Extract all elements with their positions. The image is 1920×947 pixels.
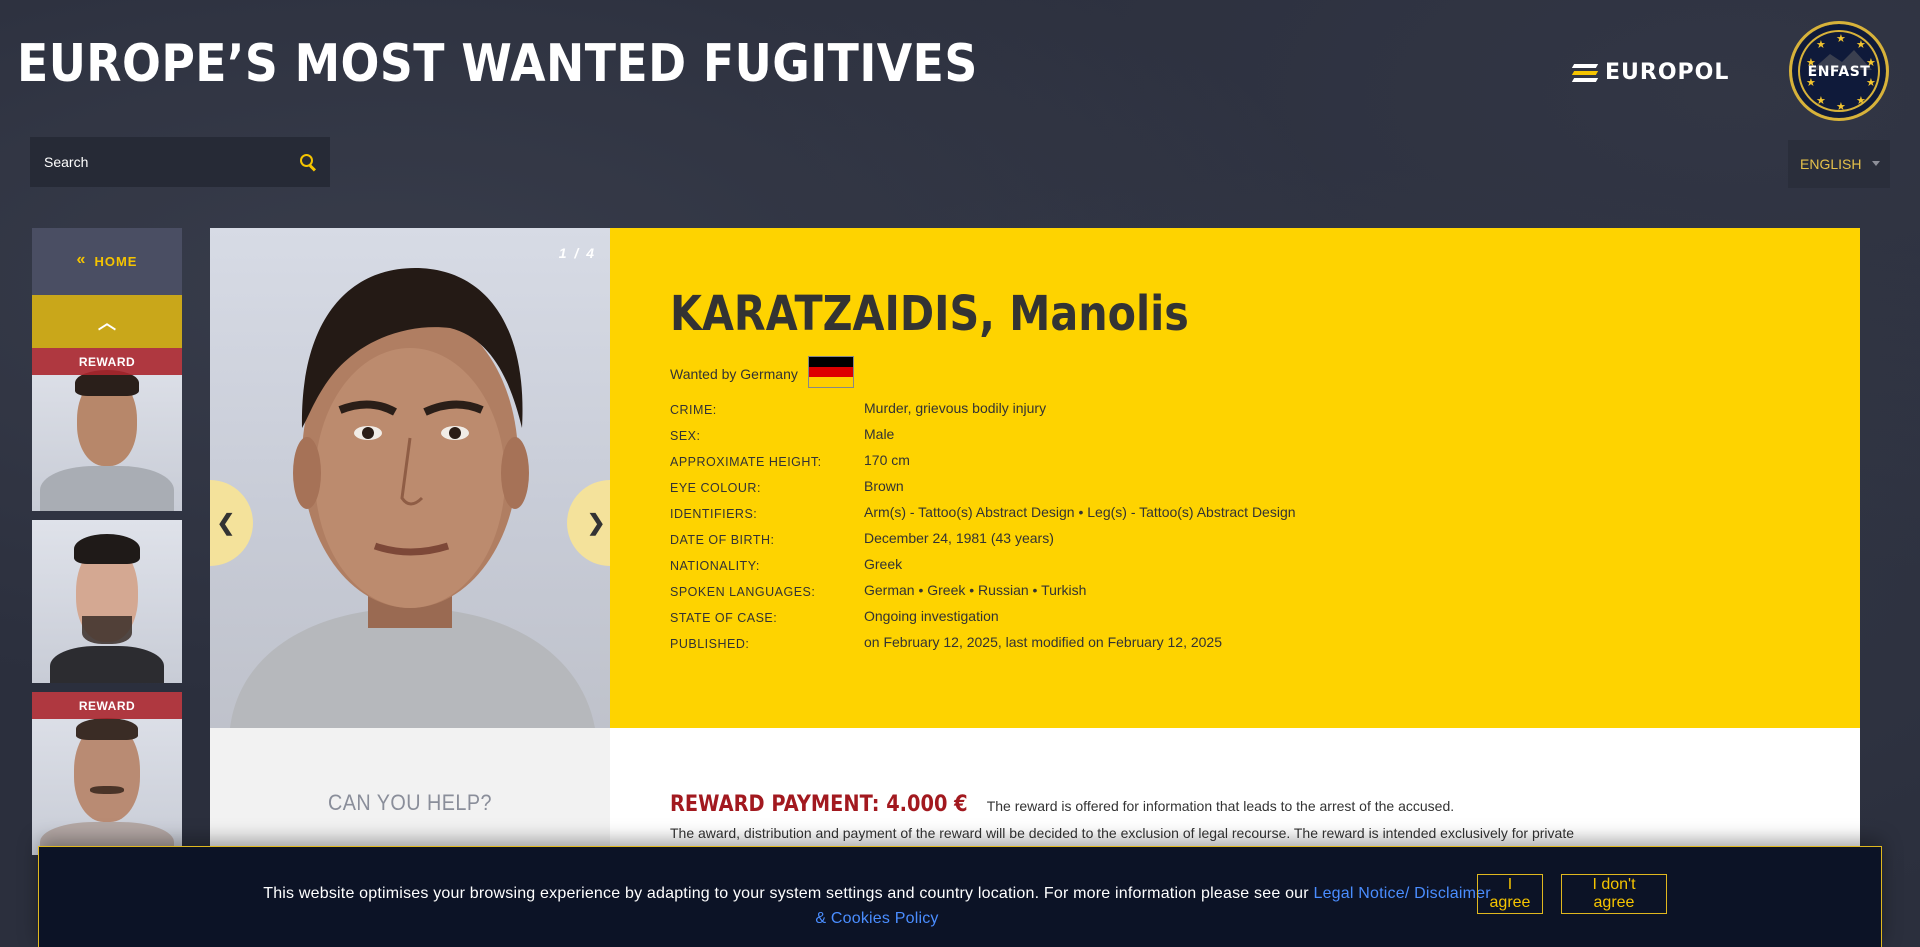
enfast-logo-text: ENFAST [1807, 64, 1871, 80]
detail-value: Arm(s) - Tattoo(s) Abstract Design • Leg… [864, 504, 1296, 520]
photo-counter: 1 / 4 [558, 245, 596, 261]
detail-value: on February 12, 2025, last modified on F… [864, 634, 1222, 650]
detail-row-height: Approximate height: 170 cm [670, 447, 1296, 473]
home-button-label: HOME [94, 254, 138, 269]
europol-mark-icon [1571, 63, 1599, 82]
cookie-text: This website optimises your browsing exp… [257, 881, 1497, 931]
language-select-value: ENGLISH [1800, 156, 1862, 172]
fugitive-details: Crime: Murder, grievous bodily injury Se… [670, 395, 1296, 655]
thumbnail-portrait [82, 616, 132, 644]
star-icon: ★ [1816, 95, 1826, 107]
enfast-logo[interactable]: ★ ★ ★ ★ ★ ★ ★ ★ ★ ★ ENFAST [1789, 21, 1889, 121]
detail-label: Identifiers: [670, 507, 758, 521]
page-title: EUROPE’S MOST WANTED FUGITIVES [17, 34, 978, 94]
chevron-right-icon: ❯ [587, 510, 606, 535]
detail-label: Crime: [670, 403, 717, 417]
detail-value: December 24, 1981 (43 years) [864, 530, 1054, 546]
cookie-banner: This website optimises your browsing exp… [38, 846, 1882, 947]
detail-label: Nationality: [670, 559, 760, 573]
detail-row-identifiers: Identifiers: Arm(s) - Tattoo(s) Abstract… [670, 499, 1296, 525]
star-icon: ★ [1836, 33, 1846, 45]
detail-row-crime: Crime: Murder, grievous bodily injury [670, 395, 1296, 421]
caret-down-icon [1872, 161, 1880, 166]
detail-value: Male [864, 426, 895, 442]
detail-label: Eye colour: [670, 481, 761, 495]
agree-button[interactable]: I agree [1477, 874, 1543, 914]
reward-badge: REWARD [32, 692, 182, 719]
disagree-button[interactable]: I don't agree [1561, 874, 1667, 914]
home-button[interactable]: « HOME [32, 228, 182, 295]
europol-logo[interactable]: EUROPOL [1571, 60, 1730, 85]
search-input[interactable] [44, 154, 300, 170]
detail-value: Greek [864, 556, 903, 572]
star-icon: ★ [1856, 95, 1866, 107]
thumbnail-portrait [40, 466, 174, 511]
detail-value: Brown [864, 478, 904, 494]
wanted-by: Wanted by Germany [670, 356, 854, 390]
detail-label: Published: [670, 637, 750, 651]
detail-row-published: Published: on February 12, 2025, last mo… [670, 629, 1296, 655]
thumbnail-portrait [50, 646, 164, 683]
detail-label: Approximate height: [670, 455, 822, 469]
detail-value: Murder, grievous bodily injury [864, 400, 1047, 416]
fugitive-photo-panel: 1 / 4 ❮ ❯ [210, 228, 610, 728]
detail-label: State of case: [670, 611, 778, 625]
thumbnail-portrait [74, 534, 140, 564]
detail-value: 170 cm [864, 452, 910, 468]
wanted-by-text: Wanted by Germany [670, 366, 798, 382]
search-box [30, 137, 330, 187]
detail-row-date-of-birth: Date of birth: December 24, 1981 (43 yea… [670, 525, 1296, 551]
sidebar-thumbnail[interactable]: REWARD [32, 692, 182, 855]
chevron-up-icon: ︿ [98, 312, 116, 333]
germany-flag-icon [807, 356, 854, 388]
fugitive-info-panel: KARATZAIDIS, Manolis Wanted by Germany C… [610, 228, 1860, 728]
detail-label: Spoken languages: [670, 585, 816, 599]
europol-logo-text: EUROPOL [1605, 60, 1730, 85]
detail-label: Date of birth: [670, 533, 775, 547]
scroll-up-button[interactable]: ︿ [32, 295, 182, 348]
chevron-left-icon: ❮ [216, 510, 235, 535]
detail-row-state-of-case: State of case: Ongoing investigation [670, 603, 1296, 629]
reward-paragraph: The award, distribution and payment of t… [670, 825, 1575, 841]
reward-line: REWARD PAYMENT: 4.000 € The reward is of… [670, 792, 1454, 817]
sidebar-thumbnail[interactable] [32, 520, 182, 683]
help-title: CAN YOU HELP? [328, 790, 492, 815]
search-icon[interactable] [300, 154, 316, 170]
reward-summary: The reward is offered for information th… [986, 798, 1455, 814]
fugitive-photo [230, 268, 595, 728]
fugitive-name: KARATZAIDIS, Manolis [670, 286, 1189, 342]
star-icon: ★ [1836, 101, 1846, 113]
detail-row-languages: Spoken languages: German • Greek • Russi… [670, 577, 1296, 603]
reward-badge: REWARD [32, 348, 182, 375]
reward-heading: REWARD PAYMENT: 4.000 € [670, 792, 968, 817]
star-icon: ★ [1856, 39, 1866, 51]
cookie-message: This website optimises your browsing exp… [263, 885, 1314, 902]
language-select[interactable]: ENGLISH [1788, 140, 1890, 188]
detail-value: Ongoing investigation [864, 608, 999, 624]
sidebar: « HOME ︿ REWARD REWARD [32, 228, 182, 855]
detail-label: Sex: [670, 429, 701, 443]
thumbnail-portrait [76, 718, 138, 740]
double-chevron-left-icon: « [76, 250, 87, 268]
detail-row-eye-colour: Eye colour: Brown [670, 473, 1296, 499]
sidebar-thumbnail[interactable]: REWARD [32, 348, 182, 511]
star-icon: ★ [1816, 39, 1826, 51]
detail-row-nationality: Nationality: Greek [670, 551, 1296, 577]
thumbnail-portrait [90, 786, 124, 794]
detail-value: German • Greek • Russian • Turkish [864, 582, 1087, 598]
detail-row-sex: Sex: Male [670, 421, 1296, 447]
